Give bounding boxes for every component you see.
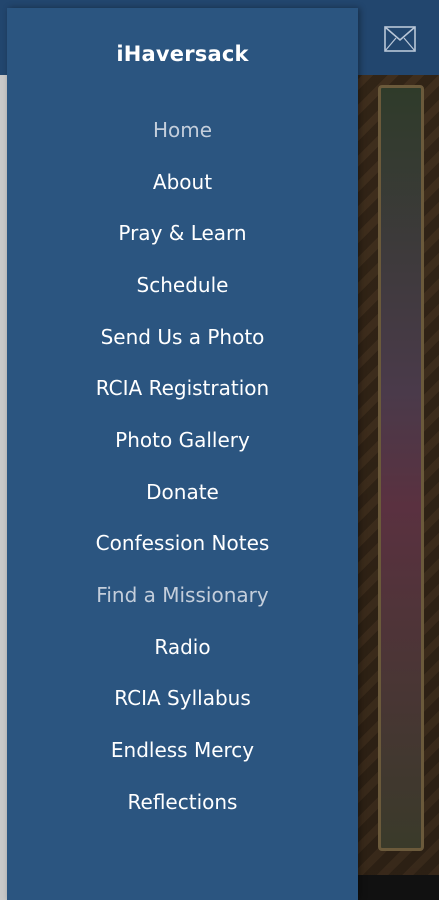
menu-item-radio[interactable]: Radio	[7, 621, 358, 673]
menu-item-endless-mercy[interactable]: Endless Mercy	[7, 724, 358, 776]
drawer-menu: Home About Pray & Learn Schedule Send Us a P…	[7, 104, 358, 828]
menu-item-pray-and-learn[interactable]: Pray & Learn	[7, 207, 358, 259]
drawer-title: iHaversack	[116, 42, 249, 66]
background-artwork-image	[348, 75, 439, 875]
menu-item-donate[interactable]: Donate	[7, 466, 358, 518]
app-screen: iHaversack Home About Pray & Learn Schedule…	[0, 0, 439, 900]
bottom-strip	[348, 875, 439, 900]
menu-item-rcia-registration[interactable]: RCIA Registration	[7, 362, 358, 414]
navigation-drawer: iHaversack Home About Pray & Learn Schedule…	[7, 8, 358, 900]
menu-item-find-a-missionary[interactable]: Find a Missionary	[7, 569, 358, 621]
menu-item-about[interactable]: About	[7, 156, 358, 208]
menu-item-schedule[interactable]: Schedule	[7, 259, 358, 311]
menu-item-photo-gallery[interactable]: Photo Gallery	[7, 414, 358, 466]
menu-item-home[interactable]: Home	[7, 104, 358, 156]
mail-icon[interactable]	[384, 26, 416, 52]
menu-item-send-us-a-photo[interactable]: Send Us a Photo	[7, 311, 358, 363]
menu-item-reflections[interactable]: Reflections	[7, 776, 358, 828]
menu-item-rcia-syllabus[interactable]: RCIA Syllabus	[7, 673, 358, 725]
artwork-panel	[378, 85, 424, 851]
menu-item-confession-notes[interactable]: Confession Notes	[7, 518, 358, 570]
